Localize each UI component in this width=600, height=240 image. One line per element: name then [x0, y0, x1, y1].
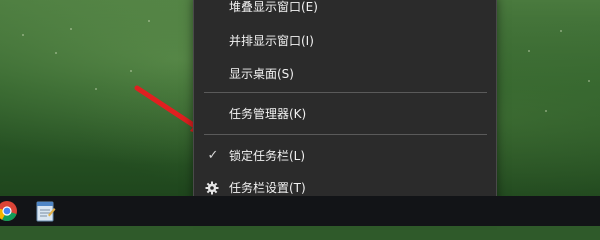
- notepad-icon[interactable]: [32, 199, 58, 223]
- menu-item-label: 并排显示窗口(I): [229, 34, 314, 48]
- menu-separator: [204, 134, 487, 135]
- gear-icon: [205, 181, 219, 195]
- menu-item-cascade-windows[interactable]: 堆叠显示窗口(E): [194, 0, 496, 22]
- menu-separator: [204, 92, 487, 93]
- menu-item-label: 显示桌面(S): [229, 67, 294, 81]
- menu-item-lock-taskbar[interactable]: ✓ 锁定任务栏(L): [194, 141, 496, 171]
- menu-item-label: 任务管理器(K): [229, 107, 307, 121]
- taskbar: [0, 196, 600, 226]
- menu-item-task-manager[interactable]: 任务管理器(K): [194, 99, 496, 129]
- chrome-icon[interactable]: [0, 199, 20, 223]
- menu-item-label: 锁定任务栏(L): [229, 149, 306, 163]
- menu-item-show-desktop[interactable]: 显示桌面(S): [194, 59, 496, 89]
- checkmark-icon: ✓: [207, 148, 219, 163]
- menu-item-label: 堆叠显示窗口(E): [229, 0, 318, 14]
- menu-item-show-windows-side-by-side[interactable]: 并排显示窗口(I): [194, 26, 496, 56]
- taskbar-context-menu: 堆叠显示窗口(E) 并排显示窗口(I) 显示桌面(S) 任务管理器(K) ✓ 锁…: [193, 0, 497, 213]
